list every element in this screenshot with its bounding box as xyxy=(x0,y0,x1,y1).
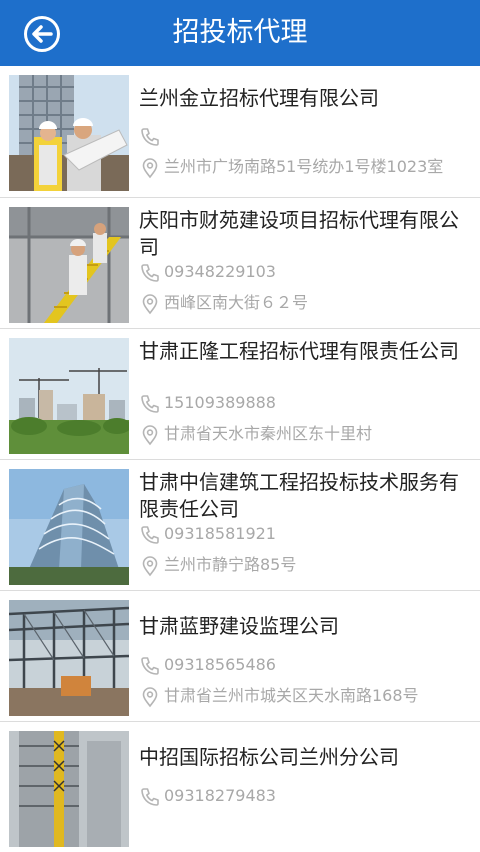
phone-icon xyxy=(141,526,159,544)
address-text: 兰州市静宁路85号 xyxy=(164,555,297,574)
phone-icon xyxy=(141,395,159,413)
location-pin-icon xyxy=(142,158,158,179)
thumbnail-steel-frame xyxy=(9,600,129,716)
phone-number: 09348229103 xyxy=(164,262,276,281)
company-name: 庆阳市财苑建设项目招标代理有限公司 xyxy=(139,208,459,259)
company-name: 甘肃正隆工程招标代理有限责任公司 xyxy=(139,339,459,363)
thumbnail-construction-workers xyxy=(9,75,129,191)
phone-icon xyxy=(141,128,159,146)
list-item[interactable]: 甘肃中信建筑工程招投标技术服务有限责任公司 09318581921 兰州市静宁路… xyxy=(0,460,480,591)
company-name: 中招国际招标公司兰州分公司 xyxy=(139,745,399,769)
phone-icon xyxy=(141,264,159,282)
address-text: 西峰区南大街６２号 xyxy=(164,293,309,312)
list-item[interactable]: 中招国际招标公司兰州分公司 09318279483 xyxy=(0,722,480,852)
thumbnail-modern-building xyxy=(9,469,129,585)
phone-number: 09318581921 xyxy=(164,524,276,543)
address-text: 兰州市广场南路51号统办1号楼1023室 xyxy=(164,157,444,176)
list-item[interactable]: 庆阳市财苑建设项目招标代理有限公司 09348229103 西峰区南大街６２号 xyxy=(0,198,480,329)
list-item[interactable]: 兰州金立招标代理有限公司 兰州市广场南路51号统办1号楼1023室 xyxy=(0,66,480,198)
thumbnail-scaffolding xyxy=(9,731,129,847)
location-pin-icon xyxy=(142,687,158,708)
phone-icon xyxy=(141,788,159,806)
list-item[interactable]: 甘肃正隆工程招标代理有限责任公司 15109389888 甘肃省天水市秦州区东十… xyxy=(0,329,480,460)
address-text: 甘肃省兰州市城关区天水南路168号 xyxy=(164,686,419,705)
phone-icon xyxy=(141,657,159,675)
company-name: 兰州金立招标代理有限公司 xyxy=(139,86,379,110)
company-name: 甘肃蓝野建设监理公司 xyxy=(139,614,339,638)
location-pin-icon xyxy=(142,294,158,315)
company-name: 甘肃中信建筑工程招投标技术服务有限责任公司 xyxy=(139,470,459,521)
page-title: 招投标代理 xyxy=(172,17,308,48)
thumbnail-steel-stairs xyxy=(9,207,129,323)
list-item[interactable]: 甘肃蓝野建设监理公司 09318565486 甘肃省兰州市城关区天水南路168号 xyxy=(0,591,480,722)
thumbnail-cranes-skyline xyxy=(9,338,129,454)
phone-number: 15109389888 xyxy=(164,393,276,412)
location-pin-icon xyxy=(142,556,158,577)
phone-number: 09318565486 xyxy=(164,655,276,674)
location-pin-icon xyxy=(142,425,158,446)
address-text: 甘肃省天水市秦州区东十里村 xyxy=(164,424,373,443)
agency-list: 兰州金立招标代理有限公司 兰州市广场南路51号统办1号楼1023室 庆阳市财苑建… xyxy=(0,66,480,852)
app-header: 招投标代理 xyxy=(0,0,480,66)
phone-number: 09318279483 xyxy=(164,786,276,805)
